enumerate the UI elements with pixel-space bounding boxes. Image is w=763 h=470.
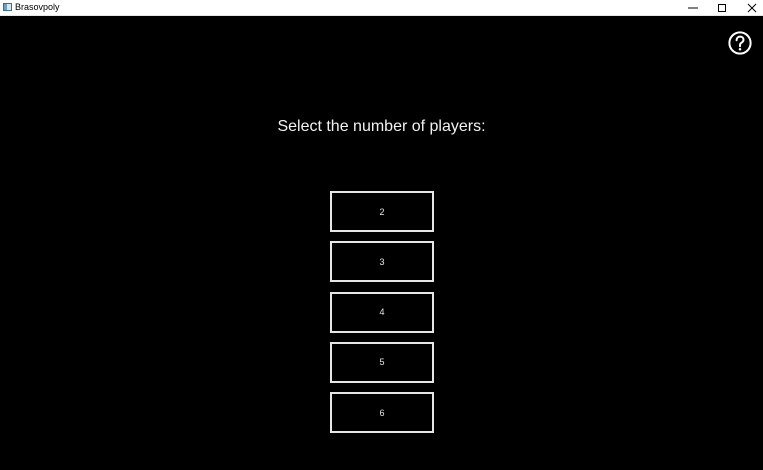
app-window: Brasovpoly Select the number of players: <box>0 0 763 470</box>
minimize-button[interactable] <box>678 0 708 15</box>
help-button[interactable] <box>728 31 752 55</box>
window-title: Brasovpoly <box>15 2 60 12</box>
minimize-icon <box>688 7 698 8</box>
players-6-button[interactable]: 6 <box>330 392 434 434</box>
players-3-button[interactable]: 3 <box>330 241 434 283</box>
maximize-button[interactable] <box>707 0 737 15</box>
players-5-button[interactable]: 5 <box>330 341 434 383</box>
title-bar[interactable]: Brasovpoly <box>0 0 763 16</box>
question-circle-icon <box>728 31 752 55</box>
players-2-button[interactable]: 2 <box>330 191 434 232</box>
close-button[interactable] <box>737 0 763 15</box>
app-icon <box>3 3 12 11</box>
page-title: Select the number of players: <box>277 118 486 135</box>
maximize-icon <box>718 3 726 12</box>
players-4-button[interactable]: 4 <box>330 291 434 333</box>
player-count-options: 2 3 4 5 6 <box>330 191 434 442</box>
close-icon <box>747 3 757 12</box>
